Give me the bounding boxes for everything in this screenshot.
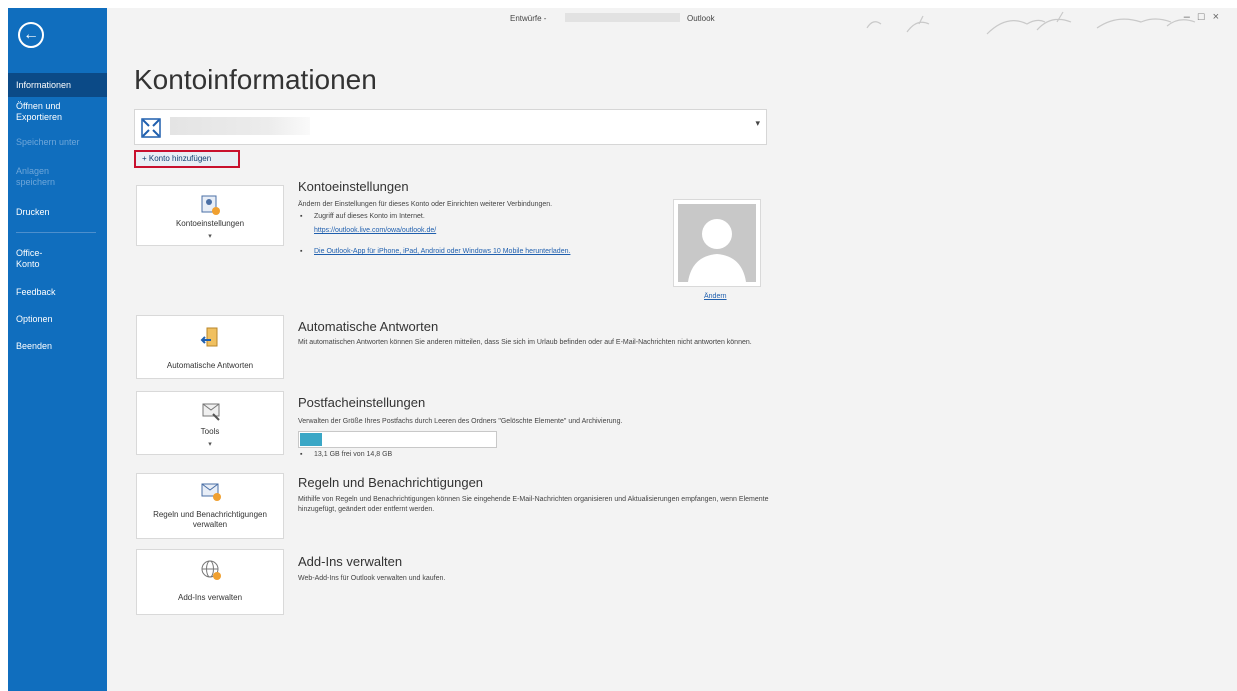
section-title: Add-Ins verwalten bbox=[298, 554, 403, 569]
tile-label: Automatische Antworten bbox=[166, 361, 254, 370]
account-settings-tile[interactable]: Kontoeinstellungen ▾ bbox=[136, 185, 284, 246]
storage-text: 13,1 GB frei von 14,8 GB bbox=[314, 451, 393, 458]
change-photo-link[interactable]: Ändern bbox=[704, 293, 727, 300]
tools-tile[interactable]: Tools ▾ bbox=[136, 391, 284, 455]
section-title: Kontoeinstellungen bbox=[298, 179, 409, 194]
backstage-nav: ← Informationen Öffnen und Exportieren S… bbox=[8, 8, 107, 691]
nav-item-informationen[interactable]: Informationen bbox=[8, 73, 107, 97]
addins-globe-icon bbox=[201, 560, 221, 580]
rules-alerts-tile[interactable]: Regeln und Benachrichtigungen verwalten bbox=[136, 473, 284, 539]
rules-alerts-icon bbox=[201, 483, 221, 501]
nav-item-label: Optionen bbox=[16, 314, 53, 324]
mailbox-storage-fill bbox=[300, 433, 322, 446]
nav-item-label: Informationen bbox=[16, 80, 72, 90]
window-app-name: Outlook bbox=[687, 14, 715, 23]
decorative-branches-image bbox=[866, 11, 1196, 35]
profile-picture bbox=[673, 199, 761, 287]
section-title: Regeln und Benachrichtigungen bbox=[298, 475, 484, 490]
tile-label: Add-Ins verwalten bbox=[177, 593, 243, 602]
nav-item-label: Beenden bbox=[16, 341, 53, 351]
tile-label: Tools bbox=[200, 427, 220, 436]
account-icon bbox=[141, 118, 161, 138]
bullet-icon: ▪ bbox=[300, 451, 303, 458]
auto-reply-icon bbox=[200, 327, 218, 347]
nav-item-anlagen-speichern[interactable]: Anlagen speichern bbox=[8, 166, 68, 188]
chevron-down-icon: ▾ bbox=[755, 118, 760, 128]
nav-item-drucken[interactable]: Drucken bbox=[8, 207, 107, 218]
nav-item-beenden[interactable]: Beenden bbox=[8, 341, 107, 352]
mailbox-tools-icon bbox=[202, 403, 220, 421]
nav-item-label: Feedback bbox=[16, 287, 56, 297]
section-description: Web-Add-Ins für Outlook verwalten und ka… bbox=[298, 575, 446, 582]
nav-item-label: Speichern unter bbox=[16, 137, 80, 147]
backstage-main: Entwürfe - Outlook –□× Kontoinformatione… bbox=[107, 8, 1237, 691]
section-title: Postfacheinstellungen bbox=[298, 395, 426, 410]
tile-label: Kontoeinstellungen bbox=[175, 219, 245, 228]
mailbox-storage-bar bbox=[298, 431, 497, 448]
nav-item-speichern-unter[interactable]: Speichern unter bbox=[8, 137, 107, 148]
nav-separator bbox=[16, 232, 96, 233]
redacted-account-name bbox=[565, 13, 680, 22]
avatar-placeholder-icon bbox=[678, 204, 756, 282]
mobile-app-link[interactable]: Die Outlook-App für iPhone, iPad, Androi… bbox=[314, 248, 570, 255]
bullet-icon: ▪ bbox=[300, 213, 303, 220]
redacted-account-address bbox=[170, 117, 310, 135]
back-arrow-icon[interactable]: ← bbox=[18, 22, 44, 48]
nav-item-label: Anlagen speichern bbox=[16, 166, 56, 187]
nav-item-label: Office-Konto bbox=[16, 248, 43, 269]
account-settings-icon bbox=[201, 195, 220, 215]
page-title: Kontoinformationen bbox=[134, 64, 377, 95]
tile-label: Regeln und Benachrichtigungen verwalten bbox=[153, 510, 267, 529]
nav-item-label: Drucken bbox=[16, 207, 50, 217]
owa-link[interactable]: https://outlook.live.com/owa/outlook.de/ bbox=[314, 227, 436, 234]
section-title: Automatische Antworten bbox=[298, 319, 439, 334]
manage-addins-tile[interactable]: Add-Ins verwalten bbox=[136, 549, 284, 615]
nav-item-optionen[interactable]: Optionen bbox=[8, 314, 107, 325]
dropdown-caret-icon: ▾ bbox=[208, 233, 212, 240]
dropdown-caret-icon: ▾ bbox=[208, 441, 212, 448]
bullet-icon: ▪ bbox=[300, 248, 303, 255]
auto-reply-tile[interactable]: Automatische Antworten bbox=[136, 315, 284, 379]
nav-item-oeffnen-exportieren[interactable]: Öffnen und Exportieren bbox=[8, 101, 78, 123]
window-title-prefix: Entwürfe - bbox=[510, 14, 547, 23]
add-account-button[interactable]: + Konto hinzufügen bbox=[134, 150, 240, 168]
section-description: Mit automatischen Antworten können Sie a… bbox=[298, 339, 752, 346]
account-selector[interactable]: ▾ bbox=[134, 109, 767, 145]
bullet-text: Zugriff auf dieses Konto im Internet. bbox=[314, 213, 425, 220]
section-description: Mithilfe von Regeln und Benachrichtigung… bbox=[298, 496, 769, 513]
nav-item-office-konto[interactable]: Office-Konto bbox=[8, 248, 58, 270]
section-description: Verwalten der Größe Ihres Postfachs durc… bbox=[298, 418, 623, 425]
nav-item-feedback[interactable]: Feedback bbox=[8, 287, 107, 298]
nav-item-label: Öffnen und Exportieren bbox=[16, 101, 63, 122]
